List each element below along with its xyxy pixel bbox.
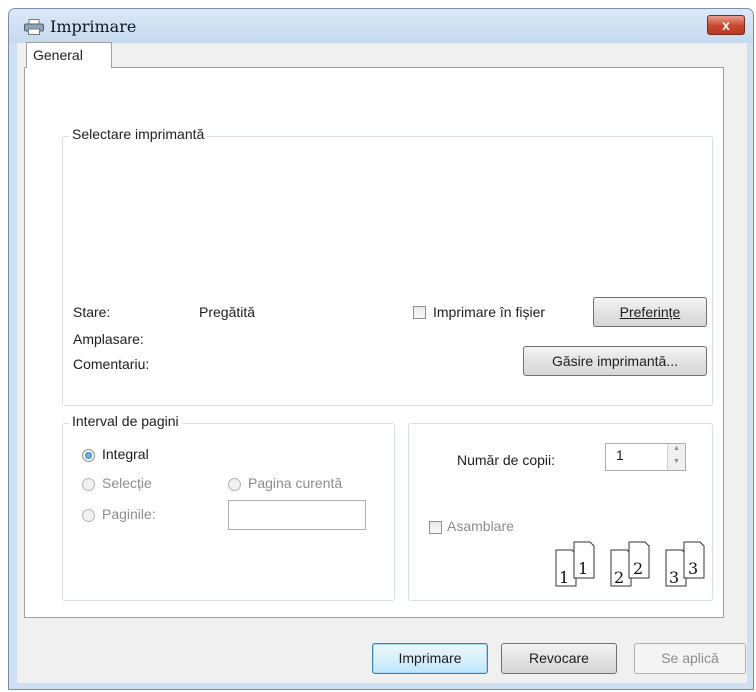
collate-page-icon: 3 3 (665, 540, 717, 588)
status-value: Pregătită (199, 304, 256, 320)
collate-checkbox[interactable] (429, 521, 442, 534)
cancel-button-label: Revocare (529, 650, 589, 666)
window-title: Imprimare (50, 17, 137, 36)
preferences-button[interactable]: Preferințe (593, 297, 707, 327)
collate-label[interactable]: Asamblare (447, 518, 514, 534)
tab-general[interactable]: General (26, 42, 112, 68)
status-label: Stare: (73, 304, 111, 320)
collate-page-number: 3 (688, 559, 698, 578)
collate-page-number: 1 (559, 568, 569, 587)
find-printer-button-label: Găsire imprimantă... (551, 353, 679, 369)
apply-button[interactable]: Se aplică (634, 643, 746, 674)
radio-integral[interactable] (82, 449, 95, 462)
radio-integral-label[interactable]: Integral (102, 446, 149, 462)
radio-selection-label[interactable]: Selecție (102, 475, 152, 491)
close-button[interactable]: x (707, 15, 745, 35)
find-printer-button[interactable]: Găsire imprimantă... (523, 346, 707, 376)
copies-value: 1 (616, 447, 624, 463)
general-tab-panel: Selectare imprimantă Stare: Pregătită Am… (24, 67, 724, 618)
close-icon: x (722, 17, 730, 33)
copies-stepper[interactable]: 1 ▲ ▼ (605, 443, 686, 471)
collate-page-icon: 2 2 (610, 540, 662, 588)
collate-page-icon: 1 1 (555, 540, 607, 588)
radio-current-page-label[interactable]: Pagina curentă (248, 475, 342, 491)
page-range-group-label: Interval de pagini (69, 413, 182, 429)
collate-page-number: 1 (578, 559, 588, 578)
pages-input[interactable] (228, 500, 366, 530)
title-bar[interactable]: Imprimare x (9, 9, 753, 43)
print-button[interactable]: Imprimare (372, 643, 488, 674)
radio-pages[interactable] (82, 509, 95, 522)
print-button-label: Imprimare (398, 650, 462, 666)
collate-page-number: 2 (614, 568, 624, 587)
collate-illustration: 1 1 2 2 3 3 (555, 540, 715, 590)
radio-pages-label[interactable]: Paginile: (102, 506, 156, 522)
print-to-file-label[interactable]: Imprimare în fișier (433, 304, 545, 320)
print-to-file-checkbox[interactable] (413, 306, 426, 319)
comment-label: Comentariu: (73, 356, 150, 372)
radio-current-page[interactable] (228, 478, 241, 491)
printer-icon (24, 19, 44, 35)
copies-label: Număr de copii: (457, 452, 556, 468)
collate-page-number: 2 (633, 559, 643, 578)
collate-page-number: 3 (669, 568, 679, 587)
copies-stepper-arrows[interactable]: ▲ ▼ (667, 444, 685, 470)
apply-button-label: Se aplică (661, 650, 719, 666)
chevron-down-icon[interactable]: ▼ (668, 457, 685, 470)
location-label: Amplasare: (73, 331, 144, 347)
radio-selection[interactable] (82, 478, 95, 491)
printer-selection-group-label: Selectare imprimantă (69, 126, 208, 142)
preferences-button-label: Preferințe (619, 304, 681, 320)
chevron-up-icon[interactable]: ▲ (668, 444, 685, 457)
cancel-button[interactable]: Revocare (501, 643, 617, 674)
